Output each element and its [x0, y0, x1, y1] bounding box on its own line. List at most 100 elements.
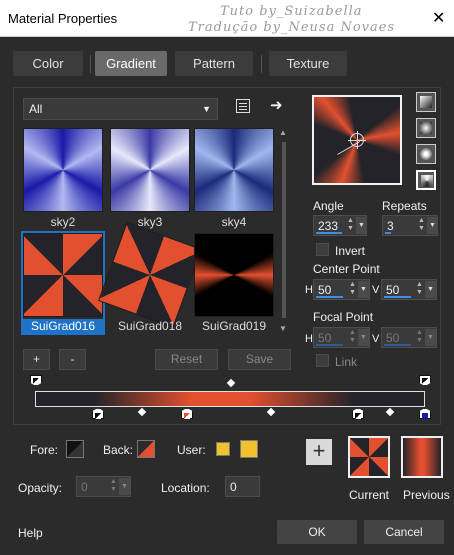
gradient-swatch-suigrad016[interactable]: SuiGrad016: [21, 231, 105, 335]
gradient-label: sky4: [221, 215, 247, 229]
angle-spinner[interactable]: 233 ▲ ▼ ▼: [313, 215, 367, 236]
library-scrollbar[interactable]: ▲ ▼: [279, 128, 289, 333]
opacity-value: 0: [81, 480, 88, 494]
spin-up-down-icon[interactable]: ▲ ▼: [346, 217, 355, 233]
gradient-swatch-suigrad018[interactable]: [98, 221, 202, 329]
remove-gradient-button[interactable]: -: [59, 349, 86, 370]
center-point-label: Center Point: [313, 262, 380, 276]
color-midpoint[interactable]: [137, 407, 147, 417]
link-label: Link: [335, 355, 358, 369]
opacity-spinner[interactable]: 0 ▲ ▼ ▼: [76, 476, 131, 497]
color-stop-glyph: [422, 413, 428, 419]
arrow-right-icon[interactable]: ➜: [270, 96, 283, 114]
opacity-midpoint[interactable]: [226, 378, 236, 388]
scroll-down-icon[interactable]: ▼: [279, 324, 287, 333]
list-view-icon[interactable]: [236, 99, 250, 113]
spin-up-down-icon[interactable]: ▲ ▼: [109, 478, 118, 494]
gradient-ramp-bar[interactable]: [35, 391, 425, 407]
color-midpoint[interactable]: [266, 407, 276, 417]
color-stop-glyph: [184, 413, 190, 419]
rectangular-style-glyph: [420, 122, 432, 134]
invert-checkbox[interactable]: [316, 243, 329, 256]
focal-point-label: Focal Point: [313, 310, 374, 324]
user-color-chip[interactable]: [240, 440, 258, 458]
angle-slider-fill: [316, 232, 342, 234]
focal-h-slider-fill: [316, 344, 343, 346]
spin-up-down-icon[interactable]: ▲ ▼: [417, 217, 426, 233]
opacity-stop-glyph: [33, 378, 39, 384]
current-preview[interactable]: [348, 436, 390, 478]
location-label: Location:: [161, 481, 210, 495]
ok-button[interactable]: OK: [277, 520, 357, 544]
center-v-label: V: [372, 284, 380, 296]
chevron-down-icon[interactable]: ▼: [425, 281, 436, 298]
linear-style-glyph: [420, 96, 432, 108]
chevron-down-icon[interactable]: ▼: [425, 329, 436, 346]
location-field[interactable]: 0: [225, 476, 260, 497]
category-dropdown[interactable]: All ▼: [23, 98, 218, 120]
opacity-stop-glyph: [422, 378, 428, 384]
focal-v-spinner[interactable]: 50 ▲ ▼ ▼: [381, 327, 437, 348]
spin-up-down-icon[interactable]: ▲ ▼: [415, 281, 424, 297]
chevron-down-icon[interactable]: ▼: [356, 217, 367, 234]
center-v-slider-fill: [384, 296, 411, 298]
gradient-label: SuiGrad018: [117, 319, 183, 333]
back-color-chip[interactable]: [137, 440, 155, 458]
color-midpoint[interactable]: [385, 407, 395, 417]
help-button[interactable]: Help: [18, 526, 43, 540]
repeats-spinner[interactable]: 3 ▲ ▼ ▼: [382, 215, 438, 236]
color-stop-glyph: [355, 413, 361, 419]
linear-style-icon[interactable]: [416, 92, 436, 112]
opacity-stop-end[interactable]: [419, 375, 431, 386]
repeats-label: Repeats: [382, 199, 427, 213]
close-icon[interactable]: ✕: [432, 8, 445, 28]
previous-preview[interactable]: [401, 436, 443, 478]
focal-v-label: V: [372, 333, 380, 345]
watermark-line-1: Tuto by_Suizabella: [220, 4, 363, 19]
window-title: Material Properties: [8, 11, 118, 26]
user-color-chip-small[interactable]: [216, 442, 230, 456]
scroll-up-icon[interactable]: ▲: [279, 128, 287, 137]
gradient-swatch-sky4[interactable]: [194, 128, 274, 212]
gradient-thumbnail: [23, 128, 103, 212]
gradient-swatch-suigrad019[interactable]: [194, 233, 274, 317]
opacity-stop-start[interactable]: [30, 375, 42, 386]
spin-up-down-icon[interactable]: ▲ ▼: [348, 281, 357, 297]
gradient-library: sky2 sky3 sky4 SuiGrad016 SuiGrad018 Sui…: [21, 128, 278, 336]
fore-color-chip[interactable]: [66, 440, 84, 458]
spin-up-down-icon[interactable]: ▲ ▼: [348, 329, 357, 345]
add-to-swatches-button[interactable]: +: [306, 439, 332, 465]
tab-pattern[interactable]: Pattern: [175, 51, 253, 76]
gradient-swatch-sky3[interactable]: [110, 128, 190, 212]
color-stop-end[interactable]: [419, 408, 431, 419]
tab-texture[interactable]: Texture: [269, 51, 347, 76]
color-stop-1[interactable]: [92, 408, 104, 419]
tab-color[interactable]: Color: [13, 51, 83, 76]
scroll-thumb[interactable]: [282, 142, 286, 318]
gradient-preview[interactable]: [312, 95, 402, 185]
title-bar: Material Properties Tuto by_Suizabella T…: [0, 0, 454, 37]
gradient-thumbnail: [194, 233, 274, 317]
cancel-button[interactable]: Cancel: [364, 520, 444, 544]
link-checkbox[interactable]: [316, 354, 329, 367]
chevron-down-icon[interactable]: ▼: [358, 329, 369, 346]
tab-gradient[interactable]: Gradient: [95, 51, 167, 76]
color-stop-3[interactable]: [352, 408, 364, 419]
chevron-down-icon[interactable]: ▼: [358, 281, 369, 298]
radial-style-icon[interactable]: [416, 170, 436, 190]
color-stop-2[interactable]: [181, 408, 193, 419]
center-h-spinner[interactable]: 50 ▲ ▼ ▼: [313, 279, 370, 300]
gradient-swatch-sky2[interactable]: [23, 128, 103, 212]
rectangular-style-icon[interactable]: [416, 118, 436, 138]
sunburst-style-icon[interactable]: [416, 144, 436, 164]
reset-button[interactable]: Reset: [155, 349, 218, 370]
add-gradient-button[interactable]: +: [23, 349, 50, 370]
gradient-label: SuiGrad019: [201, 319, 267, 333]
chevron-down-icon[interactable]: ▼: [427, 217, 438, 234]
gradient-ramp-editor[interactable]: [27, 371, 435, 421]
spin-up-down-icon[interactable]: ▲ ▼: [415, 329, 424, 345]
chevron-down-icon[interactable]: ▼: [119, 478, 130, 495]
center-v-spinner[interactable]: 50 ▲ ▼ ▼: [381, 279, 437, 300]
focal-h-spinner[interactable]: 50 ▲ ▼ ▼: [313, 327, 370, 348]
save-button[interactable]: Save: [228, 349, 291, 370]
